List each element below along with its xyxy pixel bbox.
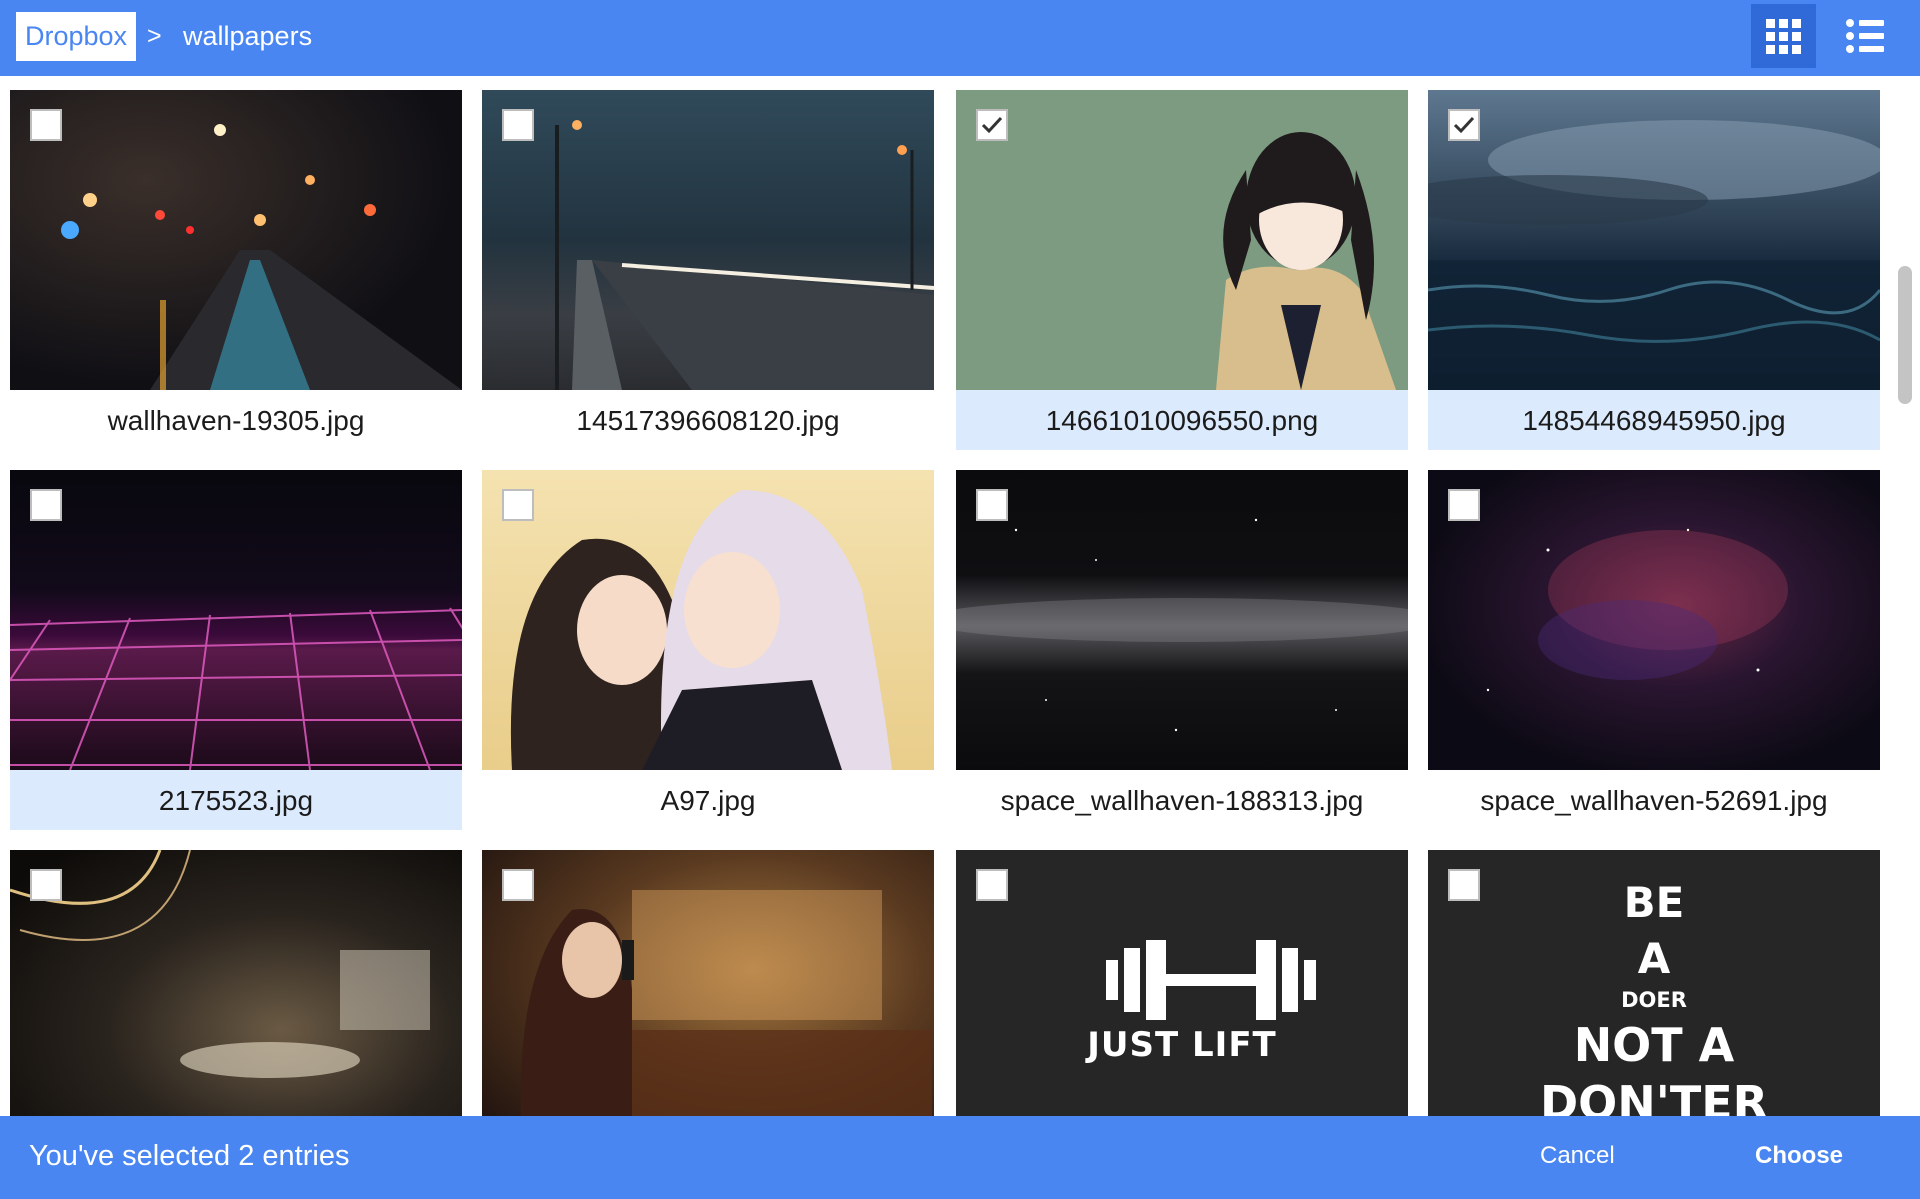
file-tile[interactable] — [10, 836, 462, 1116]
file-tile[interactable]: BE A DOER NOT A DON'TER — [1428, 836, 1880, 1116]
select-checkbox[interactable] — [976, 869, 1008, 901]
file-tile[interactable]: space_wallhaven-52691.jpg — [1428, 456, 1880, 816]
thumbnail-art — [510, 490, 892, 770]
poster-text-line: BE — [1623, 878, 1685, 927]
select-checkbox[interactable] — [502, 109, 534, 141]
file-thumbnail — [1428, 90, 1880, 390]
header-bar: Dropbox > wallpapers — [0, 0, 1920, 76]
thumbnail-art — [1486, 528, 1788, 692]
select-checkbox[interactable] — [502, 869, 534, 901]
file-thumbnail — [482, 850, 934, 1116]
thumbnail-art — [10, 607, 462, 770]
list-view-button[interactable] — [1832, 4, 1897, 68]
poster-text-line: NOT A — [1573, 1018, 1735, 1072]
file-tile[interactable] — [482, 836, 934, 1116]
thumbnail-art — [956, 518, 1408, 732]
breadcrumb-separator: > — [147, 22, 162, 50]
grid-view-button[interactable] — [1751, 4, 1816, 68]
thumbnail-art — [1428, 120, 1880, 390]
file-tile[interactable]: space_wallhaven-188313.jpg — [956, 456, 1408, 816]
grid-view-icon — [1766, 18, 1801, 54]
file-name: A97.jpg — [660, 785, 756, 816]
checkmark-icon — [1453, 116, 1475, 134]
poster-text-line: A — [1637, 934, 1671, 983]
poster-text-line: DON'TER — [1539, 1076, 1769, 1116]
file-thumbnail — [956, 470, 1408, 770]
file-thumbnail — [10, 90, 462, 390]
file-tile[interactable]: wallhaven-19305.jpg — [10, 76, 462, 436]
list-view-icon — [1845, 19, 1884, 53]
file-tile[interactable]: A97.jpg — [482, 456, 934, 816]
file-tile[interactable]: 14517396608120.jpg — [482, 76, 934, 436]
file-tile[interactable]: JUST LIFT — [956, 836, 1408, 1116]
file-name: 14517396608120.jpg — [576, 405, 840, 436]
file-tile[interactable]: 14854468945950.jpg — [1428, 76, 1880, 450]
file-tile[interactable]: 14661010096550.png — [956, 76, 1408, 450]
file-thumbnail: BE A DOER NOT A DON'TER — [1428, 850, 1880, 1116]
file-name: 14854468945950.jpg — [1428, 390, 1880, 450]
dumbbell-icon — [1106, 940, 1316, 1020]
cancel-button[interactable]: Cancel — [1540, 1116, 1615, 1196]
file-thumbnail — [482, 90, 934, 390]
breadcrumb-root-link[interactable]: Dropbox — [16, 12, 136, 61]
select-checkbox[interactable] — [1448, 109, 1480, 141]
thumbnail-art — [555, 120, 934, 390]
poster-text: JUST LIFT — [1087, 1025, 1277, 1065]
select-checkbox[interactable] — [30, 489, 62, 521]
file-name: space_wallhaven-188313.jpg — [1000, 785, 1364, 816]
thumbnail-art — [61, 124, 462, 390]
select-checkbox[interactable] — [976, 109, 1008, 141]
select-checkbox[interactable] — [502, 489, 534, 521]
file-thumbnail: JUST LIFT — [956, 850, 1408, 1116]
file-thumbnail — [10, 470, 462, 770]
file-tile[interactable]: 2175523.jpg — [10, 456, 462, 830]
file-name: 2175523.jpg — [10, 770, 462, 830]
file-name: wallhaven-19305.jpg — [107, 405, 365, 436]
footer-bar: You've selected 2 entries Cancel Choose — [0, 1116, 1920, 1199]
choose-button[interactable]: Choose — [1755, 1116, 1843, 1196]
select-checkbox[interactable] — [1448, 489, 1480, 521]
thumbnail-art — [1216, 132, 1396, 390]
file-thumbnail — [10, 850, 462, 1116]
file-thumbnail — [956, 90, 1408, 390]
select-checkbox[interactable] — [1448, 869, 1480, 901]
selection-status: You've selected 2 entries — [29, 1140, 350, 1172]
file-name: space_wallhaven-52691.jpg — [1480, 785, 1828, 816]
checkmark-icon — [981, 116, 1003, 134]
file-thumbnail — [1428, 470, 1880, 770]
poster-text-line: DOER — [1621, 988, 1687, 1012]
select-checkbox[interactable] — [30, 109, 62, 141]
thumbnail-art — [10, 850, 430, 1078]
file-grid: wallhaven-19305.jpg 14517396608120.jpg 1… — [0, 76, 1920, 1116]
breadcrumb-current-folder: wallpapers — [183, 21, 313, 51]
file-thumbnail — [482, 470, 934, 770]
file-name: 14661010096550.png — [956, 390, 1408, 450]
select-checkbox[interactable] — [976, 489, 1008, 521]
select-checkbox[interactable] — [30, 869, 62, 901]
vertical-scrollbar-thumb[interactable] — [1898, 266, 1912, 404]
thumbnail-art — [520, 890, 932, 1116]
